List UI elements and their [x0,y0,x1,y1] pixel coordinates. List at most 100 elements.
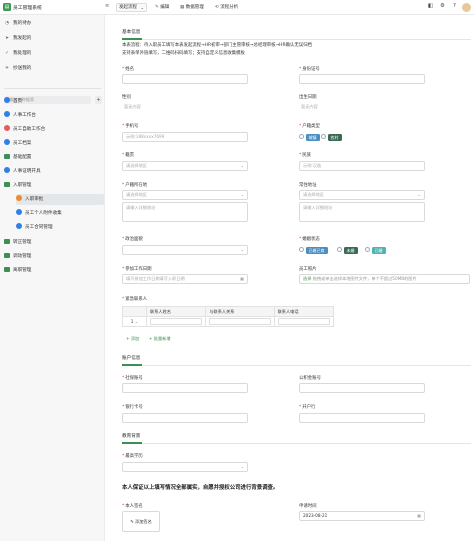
flow-analysis-label: 流程分析 [220,5,239,10]
photo-select-button[interactable]: 选择 [303,276,311,281]
data-manage-label: 数据管理 [185,5,204,10]
table-cell [145,316,207,327]
calendar-icon: ▦ [240,276,244,281]
bank-card-input[interactable] [122,413,248,423]
social-label: *社保账号 [122,376,143,381]
chevron-down-icon[interactable]: ⌄ [135,319,139,324]
hukou-type-label: *户籍类型 [299,124,320,129]
app-name: 员工管理系统 [13,6,42,11]
folder-icon [4,266,10,272]
table-cell [205,316,275,327]
nav-employee-files[interactable]: 员工档案 [4,138,104,149]
nav-attachment-collect[interactable]: 员工个人附件收集 [16,208,104,219]
phone-input[interactable]: 示例:188xxxx7699 [122,132,248,142]
nav-self-service[interactable]: 员工自助工作台 [4,124,104,135]
politics-label-text: 政治面貌 [125,237,143,242]
nav-transfer[interactable]: 调动管理 [4,251,104,262]
divider [142,38,471,39]
cur-addr-select[interactable]: 请选择地区 ⌄ [299,190,425,200]
photo-upload[interactable]: 选择 拖拽或单击选择本地图片文件，单个不超过50MB的图片 [299,274,470,284]
nav-hr-workbench[interactable]: 人事工作台 [4,110,104,121]
nav-label: 员工合同管理 [25,225,53,230]
option-tag: 城镇 [305,133,320,141]
hukou-type-option-urban[interactable]: 城镇 [299,133,320,141]
sidebar-item-handled[interactable]: ✓ 我处理的 [4,50,31,58]
sidebar-item-label: 我的待办 [13,21,32,26]
table-cell [273,316,335,327]
ethnic-input[interactable]: 示例:汉族 [299,161,425,171]
hukou-addr-detail-input[interactable]: 请输入详细地址 [122,202,248,222]
ethnic-label: *民族 [299,153,311,158]
workbench-icon [4,111,10,117]
sidebar-item-todo[interactable]: ◔ 我的待办 [4,20,31,28]
id-card-label: *身份证号 [299,67,320,72]
nav-basic-config[interactable]: 基础配置 [4,152,104,163]
nav-home[interactable]: 首页 [4,96,104,107]
radio-circle [321,134,326,139]
work-start-date-input[interactable]: 填写参加工作日期填写入职日期 ▦ [122,274,248,284]
nav-regularization[interactable]: 转正管理 [4,237,104,248]
degree-label: *最高学历 [122,454,143,459]
option-tag: 已婚 [371,246,386,254]
politics-label: *政治面貌 [122,237,143,242]
edit-link[interactable]: ✎ 编辑 [155,4,169,10]
option-tag: 未婚 [343,246,358,254]
hukou-addr-select[interactable]: 请选择地区 ⌄ [122,190,248,200]
photo-label: 员工照片 [299,267,317,272]
nav-onboarding-approval[interactable]: 入职审批 [16,194,104,205]
degree-label-text: 最高学历 [125,454,143,459]
flow-analysis-link[interactable]: ⟲ 流程分析 [215,4,238,10]
nav-contract[interactable]: 员工合同管理 [16,222,104,233]
files-icon [4,139,10,145]
chevron-down-icon: ⌄ [240,247,244,252]
mode-select[interactable]: 发起流程 ⌄ [116,2,147,12]
gender-label: 性别 [122,95,131,100]
nav-resignation[interactable]: 离职管理 [4,265,104,276]
fund-input[interactable] [299,383,425,393]
section-underline [122,442,142,444]
nav-onboarding[interactable]: 入职管理 [4,180,104,191]
native-select[interactable]: 请选择地区 ⌄ [122,161,248,171]
id-card-input[interactable] [299,74,425,84]
apply-time-input[interactable]: 2023-08-21 ▦ [299,511,425,521]
bank-input[interactable] [299,413,425,423]
hukou-type-option-rural[interactable]: 农村 [321,133,342,141]
contact-name-input[interactable] [150,318,203,325]
folder-icon [4,153,10,159]
marital-label-text: 婚姻状态 [302,237,320,242]
marital-option-married-parent[interactable]: 已婚已育 [299,246,328,254]
contact-phone-input[interactable] [277,318,330,325]
avatar[interactable] [462,2,471,12]
marital-option-married[interactable]: 已婚 [365,246,386,254]
help-icon[interactable]: ? [451,3,458,10]
bulk-add-button[interactable]: + 批量新增 [149,336,171,342]
folder-icon [4,252,10,258]
name-input[interactable] [122,74,248,84]
sidebar-collapse-icon[interactable]: ≡ [105,3,109,9]
flow-note: 支持表单外链填写，二维码扫码填写；支持自定义信息收集模板 [122,51,245,56]
cur-addr-detail-input[interactable]: 请输入详细地址 [299,202,425,222]
name-label-text: 姓名 [125,67,134,72]
sidebar-item-started[interactable]: ➤ 我发起的 [4,35,31,43]
nav-hr-certificate[interactable]: 人事证明开具 [4,166,104,177]
data-manage-link[interactable]: ▦ 数据管理 [180,4,204,10]
marital-option-single[interactable]: 未婚 [337,246,358,254]
politics-select[interactable]: ⌄ [122,245,248,255]
settings-icon[interactable]: ⚙ [439,3,446,10]
flow-description: 本表流程：待入职员工填写本表发起流程→HR初审→部门主管审核→总经理审核→HR确… [122,43,312,48]
add-signature-button[interactable]: ✎ 添加签名 [122,511,160,532]
hukou-addr-label: *户籍所在地 [122,183,148,188]
divider [142,364,471,365]
record-icon[interactable]: ◧ [427,3,434,10]
row-number-text: 1 [130,319,134,324]
photo-hint: 拖拽或单击选择本地图片文件，单个不超过50MB的图片 [312,276,417,281]
degree-select[interactable]: ⌄ [122,462,248,472]
social-input[interactable] [122,383,248,393]
sidebar-item-cc[interactable]: ✈ 抄送我的 [4,65,31,73]
radio-circle [299,247,304,252]
declaration-text: 本人保证以上填写情况全部属实，自愿并授权公司进行背景调查。 [122,485,279,491]
home-icon [4,97,10,103]
nav-label: 人事工作台 [13,113,36,118]
add-row-button[interactable]: + 添加 [126,336,139,342]
contact-relation-input[interactable] [209,318,271,325]
